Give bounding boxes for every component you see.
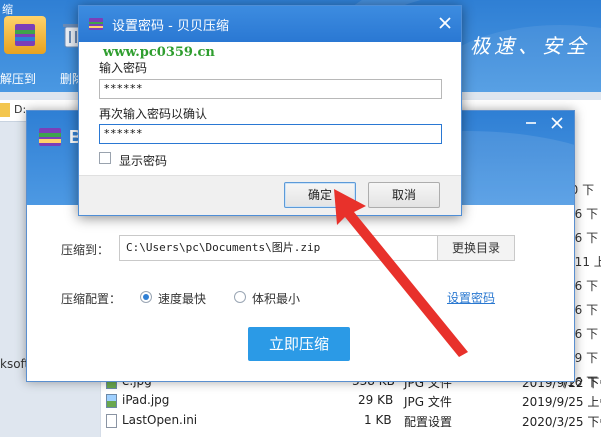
set-password-dialog: 设置密码 - 贝贝压缩 输入密码 ****** 再次输入密码以确认 ******… [78, 5, 462, 216]
show-password-label[interactable]: 显示密码 [119, 152, 167, 169]
close-icon [439, 17, 451, 29]
background-sidebar-item[interactable]: ksoft [0, 357, 29, 371]
file-date: 2019/9/25 上午 [522, 395, 601, 409]
minimize-icon [526, 122, 536, 124]
password-input[interactable]: ****** [99, 79, 442, 99]
output-path-input[interactable]: C:\Users\pc\Documents\图片.zip [119, 235, 439, 261]
file-size: 1 KB [364, 413, 392, 427]
fastest-radio[interactable] [140, 291, 152, 303]
compress-now-button[interactable]: 立即压缩 [248, 327, 350, 361]
site-watermark: www.pc0359.cn [103, 45, 215, 60]
app-logo-icon [39, 128, 61, 146]
cancel-button[interactable]: 取消 [368, 182, 440, 208]
smallest-radio[interactable] [234, 291, 246, 303]
file-type: JPG 文件 [404, 395, 452, 409]
smallest-option-label[interactable]: 体积最小 [252, 290, 300, 307]
table-row[interactable]: LastOpen.ini 1 KB 配置设置 2020/3/25 下午 [100, 411, 601, 431]
folder-icon [0, 103, 10, 117]
background-path-text: D: [14, 103, 27, 116]
close-icon [551, 117, 563, 129]
ok-button[interactable]: 确定 [284, 182, 356, 208]
compress-to-label: 压缩到： [61, 243, 110, 257]
confirm-password-input[interactable]: ****** [99, 124, 442, 144]
brand-slogan: 极速、安全 [470, 34, 590, 58]
file-date: 2020/3/25 下午 [522, 415, 601, 429]
enter-password-label: 输入密码 [99, 61, 148, 75]
set-password-link[interactable]: 设置密码 [447, 289, 495, 306]
compress-config-label: 压缩配置： [61, 292, 122, 306]
extract-icon[interactable] [4, 16, 46, 54]
file-name: iPad.jpg [122, 393, 170, 407]
fastest-option-label[interactable]: 速度最快 [158, 290, 206, 307]
password-dialog-close-button[interactable] [435, 13, 455, 33]
table-row[interactable]: iPad.jpg 29 KB JPG 文件 2019/9/25 上午 [100, 391, 601, 411]
file-size: 29 KB [358, 393, 394, 407]
file-name: LastOpen.ini [122, 413, 198, 427]
file-type: 配置设置 [404, 415, 453, 429]
confirm-password-label: 再次输入密码以确认 [99, 107, 208, 121]
extract-button-label[interactable]: 解压到 [0, 70, 36, 87]
app-logo-icon [89, 18, 103, 30]
show-password-checkbox[interactable] [99, 152, 111, 164]
settings-file-icon [106, 414, 117, 428]
password-dialog-title: 设置密码 - 贝贝压缩 [112, 19, 229, 34]
minimize-button[interactable] [519, 113, 543, 133]
change-directory-button[interactable]: 更换目录 [437, 235, 515, 261]
image-file-icon [106, 394, 117, 408]
close-button[interactable] [545, 113, 569, 133]
